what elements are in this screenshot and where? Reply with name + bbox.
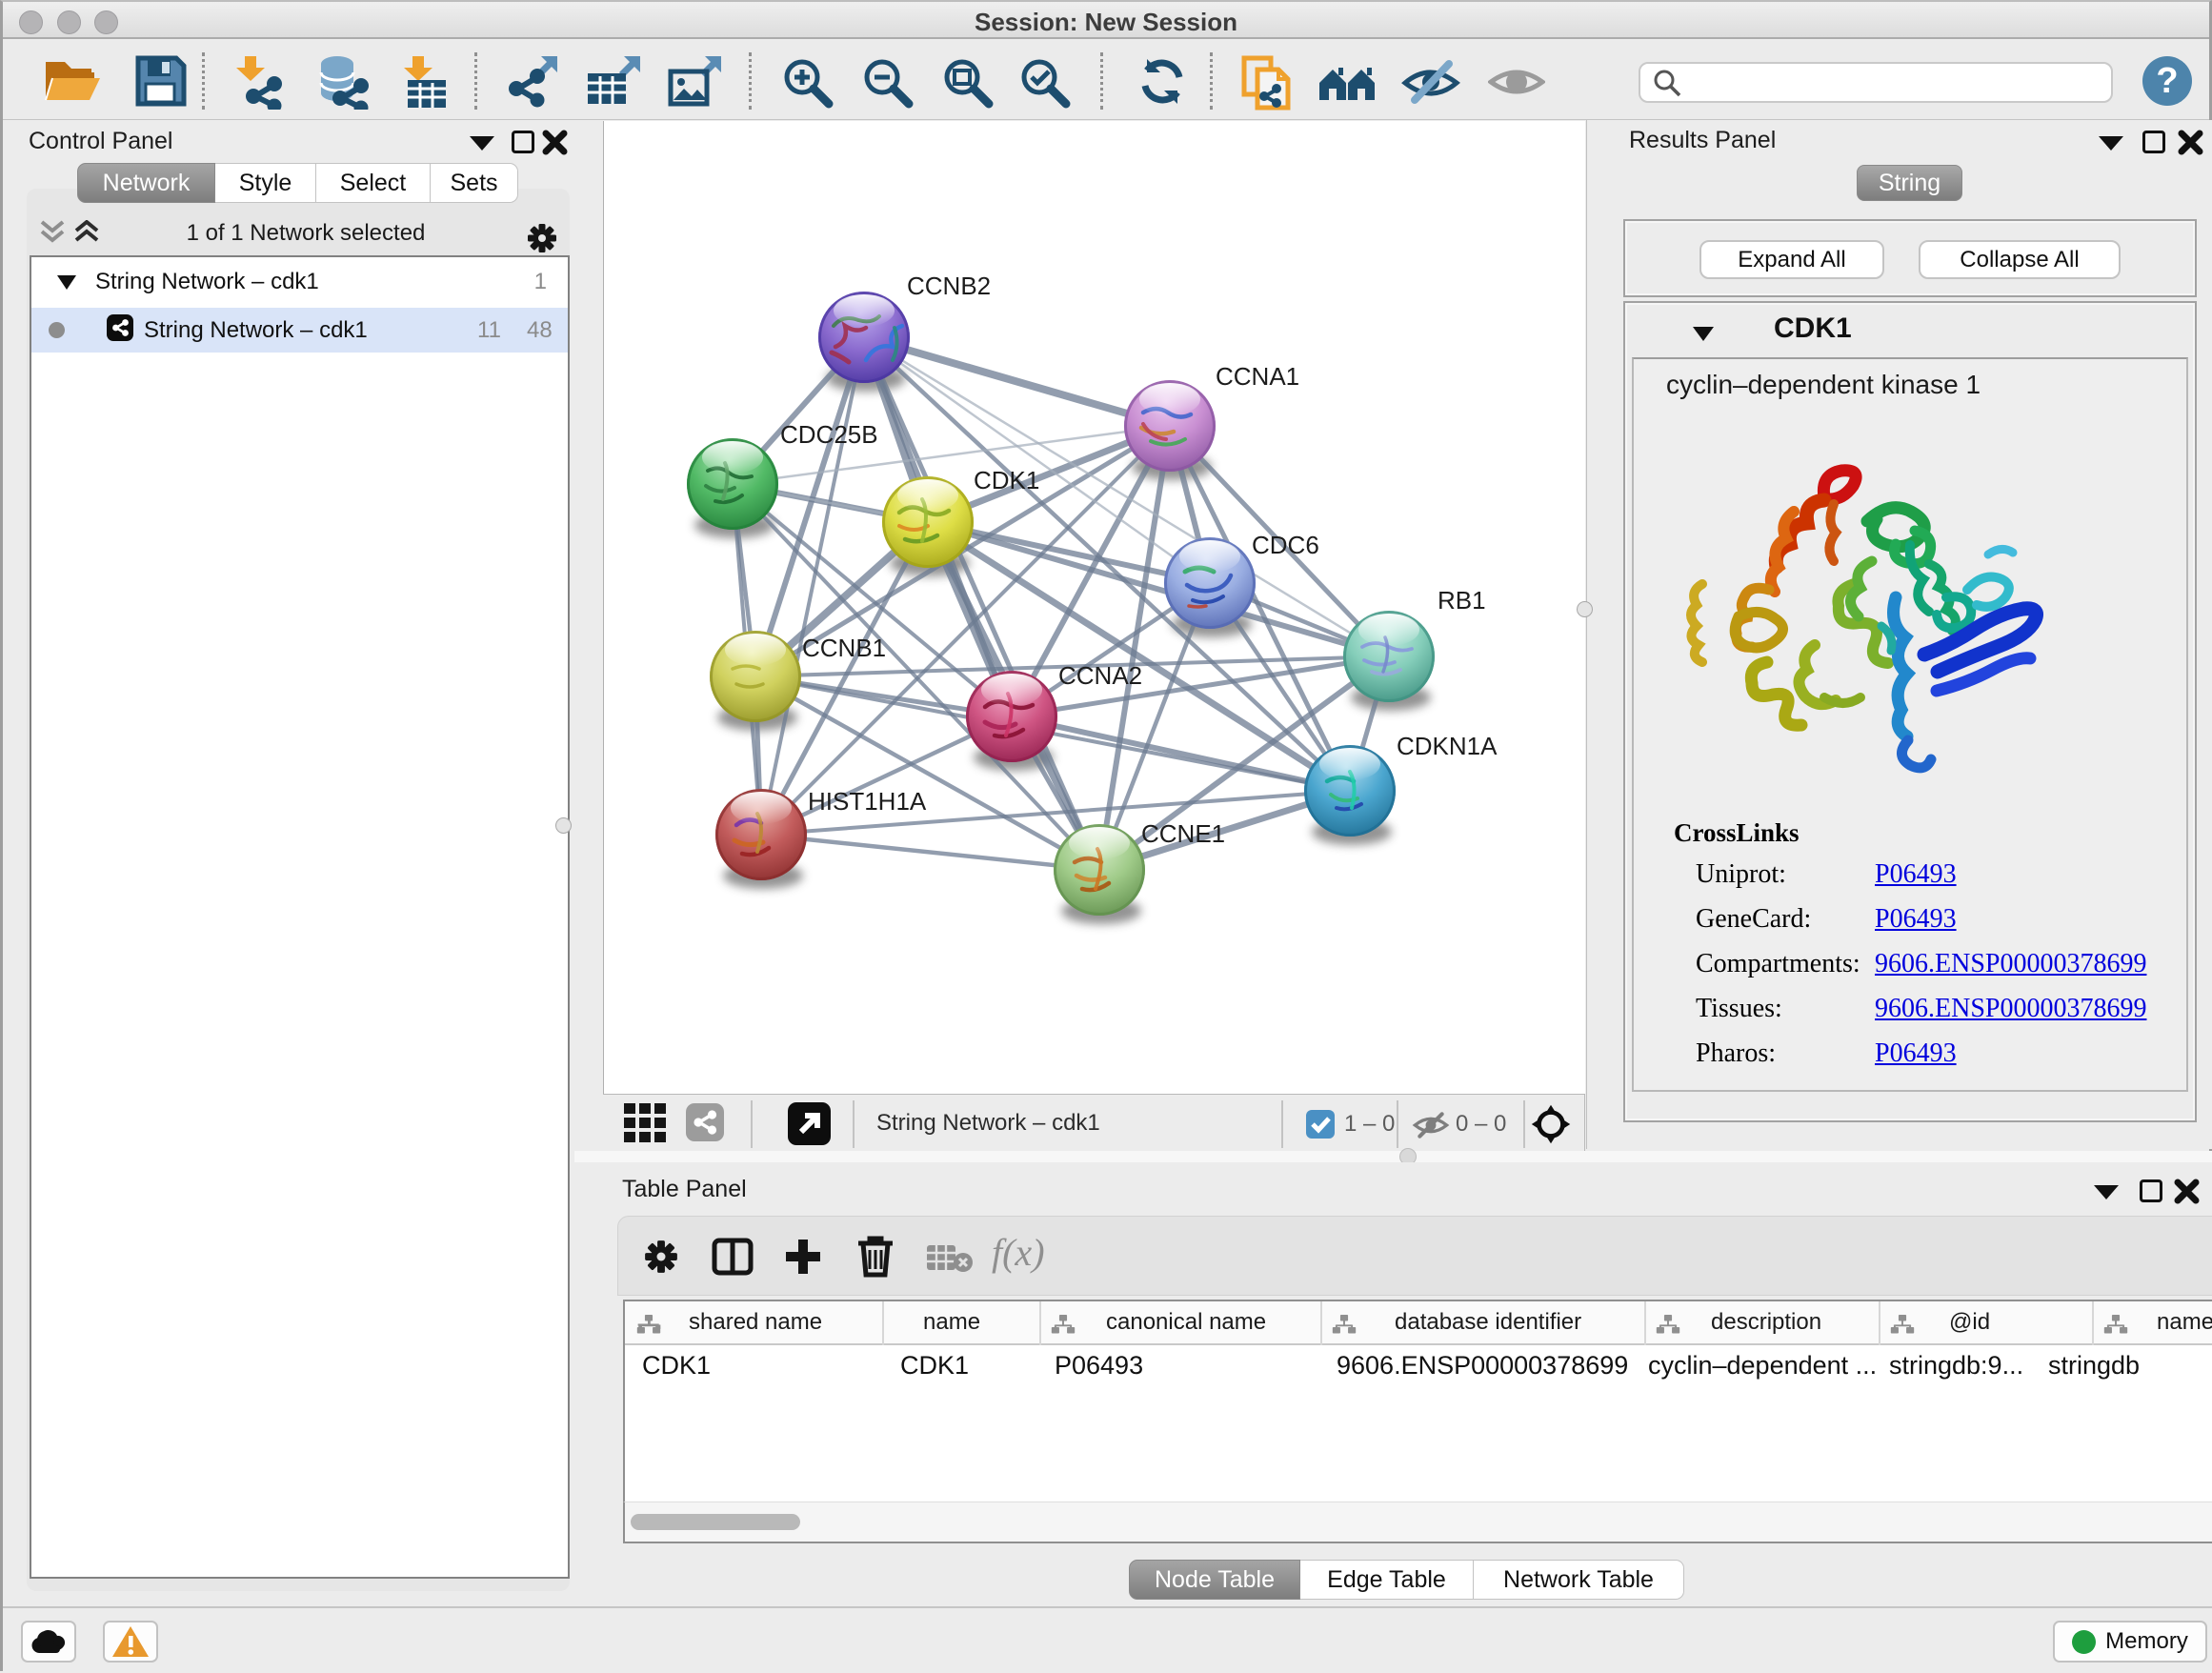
svg-text:CCNA2: CCNA2	[1058, 661, 1142, 690]
svg-text:CDK1: CDK1	[974, 466, 1039, 494]
svg-text:CCNE1: CCNE1	[1141, 819, 1225, 848]
svg-text:?: ?	[2156, 61, 2178, 101]
svg-text:CDC6: CDC6	[1252, 531, 1319, 559]
svg-text:CDC25B: CDC25B	[780, 420, 878, 449]
svg-text:RB1: RB1	[1438, 586, 1486, 615]
svg-text:CCNB2: CCNB2	[907, 272, 991, 300]
svg-text:CCNB1: CCNB1	[802, 634, 886, 662]
svg-text:HIST1H1A: HIST1H1A	[808, 787, 927, 816]
svg-text:CCNA1: CCNA1	[1216, 362, 1299, 391]
svg-text:CDKN1A: CDKN1A	[1397, 732, 1498, 760]
